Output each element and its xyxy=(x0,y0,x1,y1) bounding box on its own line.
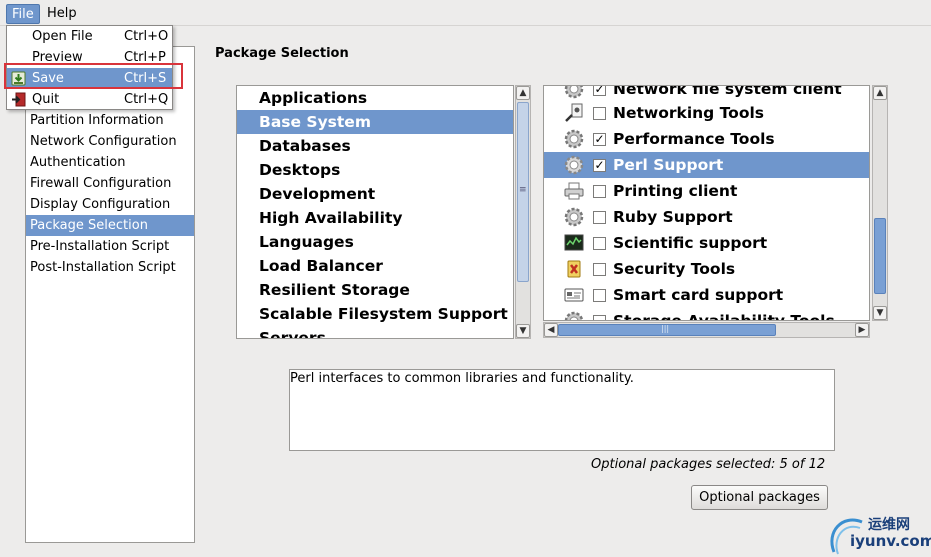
scroll-thumb[interactable] xyxy=(874,218,886,294)
scroll-down-button[interactable]: ▼ xyxy=(516,324,530,338)
category-base-system[interactable]: Base System xyxy=(237,110,513,134)
package-security-tools[interactable]: Security Tools xyxy=(544,256,869,282)
category-servers[interactable]: Servers xyxy=(237,326,513,338)
gear-icon xyxy=(564,86,584,99)
scroll-up-button[interactable]: ▲ xyxy=(516,86,530,100)
menu-item-label: Open File xyxy=(32,29,93,44)
scroll-grip-icon: ≡ xyxy=(519,185,527,195)
package-label: Networking Tools xyxy=(613,104,765,122)
monitor-chart-icon xyxy=(564,233,584,253)
package-label: Perl Support xyxy=(613,156,724,174)
package-horizontal-scrollbar[interactable]: ◀ ||| ▶ xyxy=(543,322,870,338)
package-printing-client[interactable]: Printing client xyxy=(544,178,869,204)
menu-item-shortcut: Ctrl+O xyxy=(124,29,169,44)
package-storage-availability-tools[interactable]: Storage Availability Tools xyxy=(544,308,869,321)
category-load-balancer[interactable]: Load Balancer xyxy=(237,254,513,278)
package-networking-tools[interactable]: Networking Tools xyxy=(544,100,869,126)
menu-help[interactable]: Help xyxy=(42,4,82,24)
sidebar-item-package-selection[interactable]: Package Selection xyxy=(26,215,194,236)
category-list: Applications Base System Databases Deskt… xyxy=(236,85,514,339)
menu-bar: File Help xyxy=(0,0,931,26)
package-checkbox[interactable] xyxy=(593,107,606,120)
package-label: Printing client xyxy=(613,182,738,200)
menu-item-open-file[interactable]: Open File Ctrl+O xyxy=(7,26,172,47)
category-high-availability[interactable]: High Availability xyxy=(237,206,513,230)
menu-item-quit[interactable]: Quit Ctrl+Q xyxy=(7,89,172,110)
sidebar-item-firewall-configuration[interactable]: Firewall Configuration xyxy=(26,173,194,194)
menu-item-shortcut: Ctrl+Q xyxy=(124,92,169,107)
smart-card-icon xyxy=(564,285,584,305)
menu-file[interactable]: File xyxy=(6,4,40,24)
save-highlight-box xyxy=(4,63,183,89)
watermark-text-top: 运维网 xyxy=(868,517,910,533)
network-tools-icon xyxy=(564,103,584,123)
category-development[interactable]: Development xyxy=(237,182,513,206)
package-checkbox[interactable] xyxy=(593,185,606,198)
category-scalable-filesystem-support[interactable]: Scalable Filesystem Support xyxy=(237,302,513,326)
optional-packages-button[interactable]: Optional packages xyxy=(691,485,828,510)
sidebar-item-post-installation-script[interactable]: Post-Installation Script xyxy=(26,257,194,278)
package-performance-tools[interactable]: ✓ Performance Tools xyxy=(544,126,869,152)
scroll-thumb[interactable]: ≡ xyxy=(517,102,529,282)
sidebar-item-authentication[interactable]: Authentication xyxy=(26,152,194,173)
sidebar-item-network-configuration[interactable]: Network Configuration xyxy=(26,131,194,152)
sidebar-item-partition-information[interactable]: Partition Information xyxy=(26,110,194,131)
category-languages[interactable]: Languages xyxy=(237,230,513,254)
gear-icon xyxy=(564,311,584,320)
page-title: Package Selection xyxy=(215,46,349,61)
category-databases[interactable]: Databases xyxy=(237,134,513,158)
package-ruby-support[interactable]: Ruby Support xyxy=(544,204,869,230)
category-applications[interactable]: Applications xyxy=(237,86,513,110)
scroll-left-button[interactable]: ◀ xyxy=(544,323,558,337)
package-label: Performance Tools xyxy=(613,130,775,148)
package-label: Scientific support xyxy=(613,234,768,252)
package-vertical-scrollbar[interactable]: ▲ ▼ xyxy=(872,85,888,321)
optional-packages-count: Optional packages selected: 5 of 12 xyxy=(591,457,826,472)
package-checkbox[interactable] xyxy=(593,315,606,320)
gear-icon xyxy=(564,129,584,149)
package-checkbox[interactable] xyxy=(593,263,606,276)
description-text: Perl interfaces to common libraries and … xyxy=(290,371,634,386)
category-desktops[interactable]: Desktops xyxy=(237,158,513,182)
package-checkbox[interactable] xyxy=(593,211,606,224)
quit-icon xyxy=(11,92,26,107)
package-checkbox[interactable] xyxy=(593,289,606,302)
sidebar-item-display-configuration[interactable]: Display Configuration xyxy=(26,194,194,215)
menu-item-label: Quit xyxy=(32,92,60,107)
package-smart-card-support[interactable]: Smart card support xyxy=(544,282,869,308)
scroll-up-button[interactable]: ▲ xyxy=(873,86,887,100)
package-checkbox[interactable]: ✓ xyxy=(593,133,606,146)
watermark-text-bottom: iyunv.com xyxy=(850,532,931,550)
printer-icon xyxy=(564,181,584,201)
gear-icon xyxy=(564,207,584,227)
gear-icon xyxy=(564,155,584,175)
category-resilient-storage[interactable]: Resilient Storage xyxy=(237,278,513,302)
sidebar-nav: Partition Information Network Configurat… xyxy=(25,46,195,543)
scroll-down-button[interactable]: ▼ xyxy=(873,306,887,320)
scroll-grip-icon: ||| xyxy=(661,324,670,333)
sidebar-item-pre-installation-script[interactable]: Pre-Installation Script xyxy=(26,236,194,257)
category-scrollbar[interactable]: ▲ ≡ ▼ xyxy=(515,85,531,339)
package-label: Ruby Support xyxy=(613,208,733,226)
package-perl-support[interactable]: ✓ Perl Support xyxy=(544,152,869,178)
watermark: 运维网 iyunv.com xyxy=(830,512,931,557)
package-checkbox[interactable]: ✓ xyxy=(593,159,606,172)
package-label: Smart card support xyxy=(613,286,784,304)
scroll-right-button[interactable]: ▶ xyxy=(855,323,869,337)
package-checkbox[interactable]: ✓ xyxy=(593,86,606,96)
package-scientific-support[interactable]: Scientific support xyxy=(544,230,869,256)
security-icon xyxy=(564,259,584,279)
package-label: Security Tools xyxy=(613,260,736,278)
package-list: ✓ Network file system client Networking … xyxy=(543,85,870,321)
package-label: Storage Availability Tools xyxy=(613,312,835,321)
package-description: Perl interfaces to common libraries and … xyxy=(289,369,835,451)
package-checkbox[interactable] xyxy=(593,237,606,250)
scroll-thumb[interactable]: ||| xyxy=(558,324,776,336)
